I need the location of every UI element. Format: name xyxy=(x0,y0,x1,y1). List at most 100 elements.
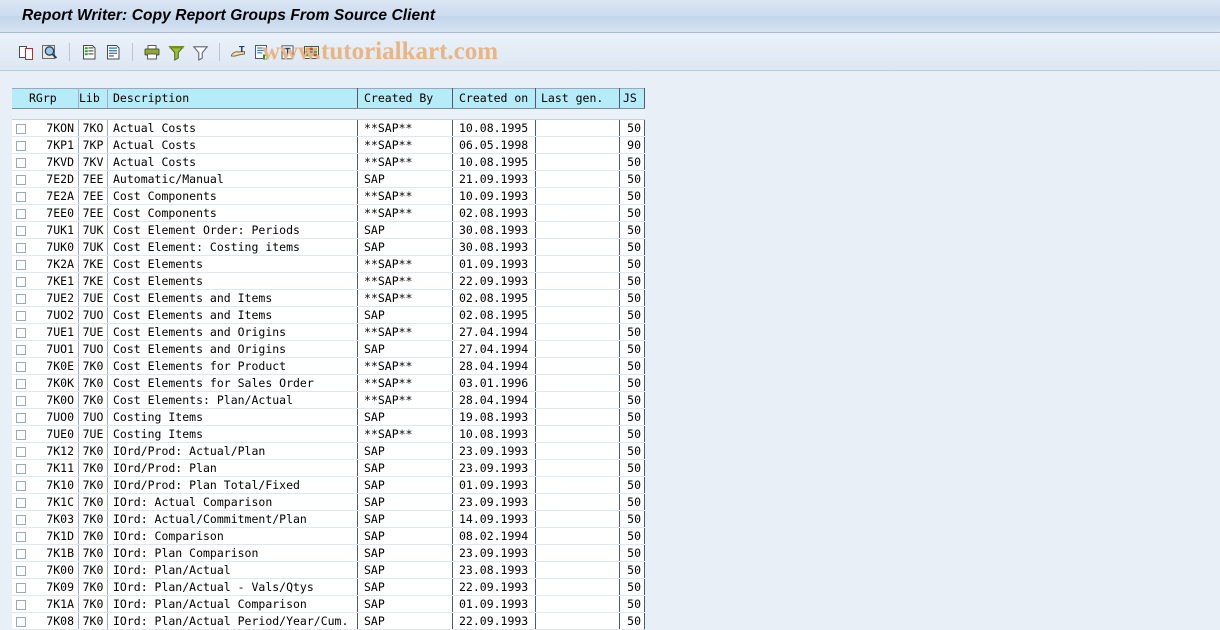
table-row[interactable]: 7EE07EECost Components**SAP**02.08.19935… xyxy=(12,205,645,222)
table-row[interactable]: 7K1B7K0IOrd: Plan ComparisonSAP23.09.199… xyxy=(12,545,645,562)
row-checkbox[interactable] xyxy=(16,175,26,185)
row-checkbox[interactable] xyxy=(16,430,26,440)
row-checkbox[interactable] xyxy=(16,158,26,168)
table-row[interactable]: 7UE17UECost Elements and Origins**SAP**2… xyxy=(12,324,645,341)
table-row[interactable]: 7K087K0IOrd: Plan/Actual Period/Year/Cum… xyxy=(12,613,645,630)
table-row[interactable]: 7K127K0IOrd/Prod: Actual/PlanSAP23.09.19… xyxy=(12,443,645,460)
row-checkbox[interactable] xyxy=(16,413,26,423)
row-checkbox[interactable] xyxy=(16,243,26,253)
table-row[interactable]: 7UK17UKCost Element Order: PeriodsSAP30.… xyxy=(12,222,645,239)
print-icon[interactable] xyxy=(140,39,164,65)
row-checkbox[interactable] xyxy=(16,498,26,508)
row-select-cell[interactable] xyxy=(12,171,29,188)
row-checkbox[interactable] xyxy=(16,328,26,338)
row-select-cell[interactable] xyxy=(12,392,29,409)
column-header-select[interactable] xyxy=(12,89,29,109)
filter-icon[interactable] xyxy=(188,39,212,65)
row-checkbox[interactable] xyxy=(16,481,26,491)
table-row[interactable]: 7UE07UECosting Items**SAP**10.08.199350 xyxy=(12,426,645,443)
column-header-created-by[interactable]: Created By xyxy=(358,89,453,109)
row-select-cell[interactable] xyxy=(12,290,29,307)
row-select-cell[interactable] xyxy=(12,239,29,256)
column-header-description[interactable]: Description xyxy=(108,89,358,109)
row-select-cell[interactable] xyxy=(12,460,29,477)
row-checkbox[interactable] xyxy=(16,226,26,236)
row-select-cell[interactable] xyxy=(12,494,29,511)
table-row[interactable]: 7K1D7K0IOrd: ComparisonSAP08.02.199450 xyxy=(12,528,645,545)
row-select-cell[interactable] xyxy=(12,409,29,426)
row-checkbox[interactable] xyxy=(16,532,26,542)
copy-icon[interactable] xyxy=(14,39,38,65)
column-header-rgrp[interactable]: RGrp xyxy=(29,89,79,109)
row-select-cell[interactable] xyxy=(12,477,29,494)
table-row[interactable]: 7KON7KOActual Costs**SAP**10.08.199550 xyxy=(12,120,645,137)
row-select-cell[interactable] xyxy=(12,205,29,222)
table-row[interactable]: 7K007K0IOrd: Plan/ActualSAP23.08.199350 xyxy=(12,562,645,579)
spreadsheet-icon[interactable] xyxy=(299,39,323,65)
row-checkbox[interactable] xyxy=(16,362,26,372)
row-checkbox[interactable] xyxy=(16,464,26,474)
find-icon[interactable] xyxy=(38,39,62,65)
table-row[interactable]: 7KVD7KVActual Costs**SAP**10.08.199550 xyxy=(12,154,645,171)
table-row[interactable]: 7K097K0IOrd: Plan/Actual - Vals/QtysSAP2… xyxy=(12,579,645,596)
row-select-cell[interactable] xyxy=(12,256,29,273)
row-select-cell[interactable] xyxy=(12,562,29,579)
row-checkbox[interactable] xyxy=(16,141,26,151)
row-select-cell[interactable] xyxy=(12,341,29,358)
table-row[interactable]: 7K2A7KECost Elements**SAP**01.09.199350 xyxy=(12,256,645,273)
row-select-cell[interactable] xyxy=(12,120,29,137)
row-checkbox[interactable] xyxy=(16,515,26,525)
row-select-cell[interactable] xyxy=(12,154,29,171)
table-row[interactable]: 7K037K0IOrd: Actual/Commitment/PlanSAP14… xyxy=(12,511,645,528)
row-select-cell[interactable] xyxy=(12,375,29,392)
sort-filter-icon[interactable] xyxy=(164,39,188,65)
export-icon[interactable] xyxy=(251,39,275,65)
row-select-cell[interactable] xyxy=(12,511,29,528)
row-checkbox[interactable] xyxy=(16,600,26,610)
row-select-cell[interactable] xyxy=(12,579,29,596)
row-select-cell[interactable] xyxy=(12,528,29,545)
row-checkbox[interactable] xyxy=(16,379,26,389)
row-select-cell[interactable] xyxy=(12,545,29,562)
row-checkbox[interactable] xyxy=(16,447,26,457)
row-checkbox[interactable] xyxy=(16,617,26,627)
text-select-icon[interactable] xyxy=(275,39,299,65)
table-row[interactable]: 7KP17KPActual Costs**SAP**06.05.199890 xyxy=(12,137,645,154)
row-checkbox[interactable] xyxy=(16,192,26,202)
row-checkbox[interactable] xyxy=(16,260,26,270)
table-row[interactable]: 7K1A7K0IOrd: Plan/Actual ComparisonSAP01… xyxy=(12,596,645,613)
table-row[interactable]: 7UO17UOCost Elements and OriginsSAP27.04… xyxy=(12,341,645,358)
table-row[interactable]: 7K117K0IOrd/Prod: PlanSAP23.09.199350 xyxy=(12,460,645,477)
column-header-last-gen[interactable]: Last gen. xyxy=(536,89,620,109)
row-select-cell[interactable] xyxy=(12,358,29,375)
table-row[interactable]: 7KE17KECost Elements**SAP**22.09.199350 xyxy=(12,273,645,290)
row-select-cell[interactable] xyxy=(12,307,29,324)
column-header-created-on[interactable]: Created on xyxy=(453,89,536,109)
column-header-js[interactable]: JS xyxy=(620,89,645,109)
row-checkbox[interactable] xyxy=(16,396,26,406)
row-select-cell[interactable] xyxy=(12,222,29,239)
row-select-cell[interactable] xyxy=(12,273,29,290)
column-header-lib[interactable]: Lib xyxy=(79,89,108,109)
row-select-cell[interactable] xyxy=(12,613,29,630)
row-checkbox[interactable] xyxy=(16,311,26,321)
table-row[interactable]: 7K0K7K0Cost Elements for Sales Order**SA… xyxy=(12,375,645,392)
row-select-cell[interactable] xyxy=(12,324,29,341)
row-checkbox[interactable] xyxy=(16,549,26,559)
row-select-cell[interactable] xyxy=(12,426,29,443)
row-select-cell[interactable] xyxy=(12,443,29,460)
table-row[interactable]: 7K0E7K0Cost Elements for Product**SAP**2… xyxy=(12,358,645,375)
table-row[interactable]: 7UO07UOCosting ItemsSAP19.08.199350 xyxy=(12,409,645,426)
table-row[interactable]: 7E2A7EECost Components**SAP**10.09.19935… xyxy=(12,188,645,205)
table-row[interactable]: 7K107K0IOrd/Prod: Plan Total/FixedSAP01.… xyxy=(12,477,645,494)
select-all-icon[interactable] xyxy=(77,39,101,65)
row-select-cell[interactable] xyxy=(12,137,29,154)
table-row[interactable]: 7E2D7EEAutomatic/ManualSAP21.09.199350 xyxy=(12,171,645,188)
row-checkbox[interactable] xyxy=(16,124,26,134)
row-checkbox[interactable] xyxy=(16,294,26,304)
row-checkbox[interactable] xyxy=(16,583,26,593)
row-select-cell[interactable] xyxy=(12,596,29,613)
row-select-cell[interactable] xyxy=(12,188,29,205)
deselect-all-icon[interactable] xyxy=(101,39,125,65)
transport-icon[interactable]: T xyxy=(227,39,251,65)
